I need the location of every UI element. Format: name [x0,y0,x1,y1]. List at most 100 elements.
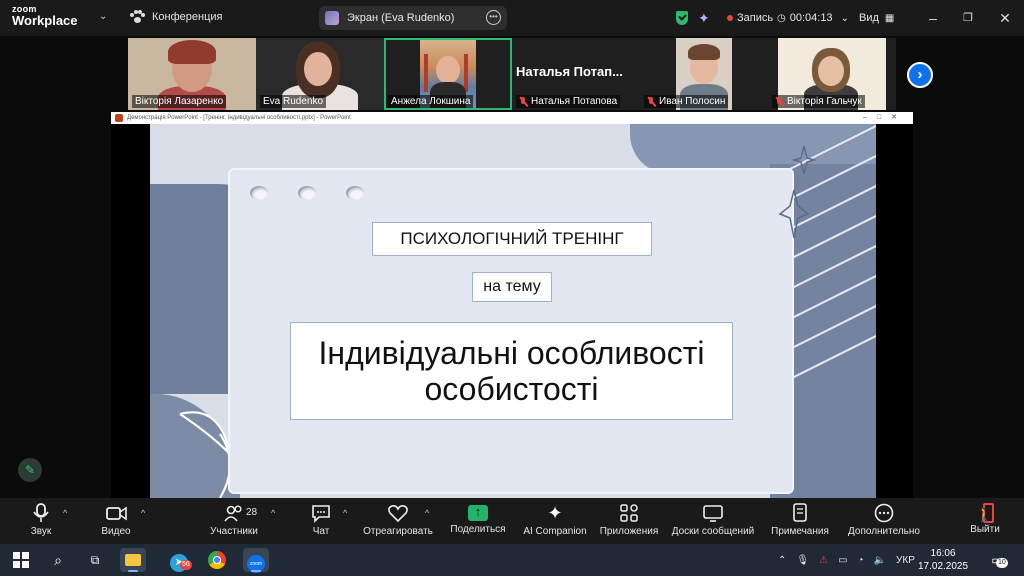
participant-tile[interactable]: Вікторія Гальчук [768,38,896,110]
clock-icon: ◷ [777,12,786,24]
clock-date: 17.02.2025 [918,561,969,572]
chat-caret-icon[interactable]: ^ [343,508,347,518]
react-caret-icon[interactable]: ^ [425,508,429,518]
participant-tile[interactable]: Иван Полосин [640,38,768,110]
participant-tile-active[interactable]: Анжела Локшина [384,38,512,110]
sparkle-decor [778,145,816,239]
ppt-window-controls[interactable]: –□✕ [863,113,907,121]
volume-icon[interactable]: 🔈 [874,555,886,566]
sharer-avatar [325,11,339,25]
heart-icon [388,505,408,523]
powerpoint-icon [115,114,123,122]
punch-hole [298,186,316,200]
slide-topic-box: Індивідуальні особливості особистості [290,322,733,420]
conference-label: Конференция [152,11,223,23]
top-bar: zoom Workplace ⌄ Конференция Экран (Eva … [0,0,1024,36]
microphone-icon [33,503,49,522]
telegram-icon[interactable]: ➤ 56 [166,548,192,572]
paw-icon [130,10,145,24]
audio-button[interactable]: Звук [28,502,54,537]
screen-share-indicator[interactable]: Экран (Eva Rudenko) ••• [319,6,507,30]
restore-icon[interactable]: ❐ [958,8,978,28]
meeting-toolbar: Звук ^ Видео ^ Участники 28 ^ Чат ^ Отре… [0,498,1024,544]
battery-icon[interactable]: ▭ [838,555,847,566]
topic-line-2: особистості [424,371,599,407]
leave-door-icon: 🚶 [976,503,994,523]
shield-icon [676,11,688,25]
ai-companion-button[interactable]: ✦ AI Companion [522,502,588,537]
antivirus-tray-icon[interactable]: ⚠ [819,555,828,566]
chat-bubble-icon [312,505,330,523]
video-options-caret-icon[interactable]: ^ [141,508,145,518]
screen-share-label: Экран (Eva Rudenko) [347,12,455,24]
participant-name: Наталья Потапова [516,95,621,108]
punch-hole [346,186,364,200]
share-screen-icon [468,504,488,521]
leave-button[interactable]: 🚶 Выйти [968,502,1002,535]
chat-button[interactable]: Чат [308,502,334,537]
participant-name: Вікторія Лазаренко [132,95,227,108]
mic-muted-icon [647,96,656,107]
file-explorer-icon[interactable] [120,548,146,572]
zoom-app-icon[interactable]: zoom [243,548,269,573]
whiteboard-icon [703,505,723,522]
annotate-pencil-icon[interactable]: ✎ [18,458,42,482]
system-tray: ⌃ 🎙 ⚠ ▭ ◔ 🔈 УКР [778,544,915,576]
wifi-icon[interactable]: ◔ [858,555,864,566]
participant-tile[interactable]: Вікторія Лазаренко [128,38,256,110]
meeting-timer[interactable]: ◷ 00:04:13 ⌄ [777,0,849,36]
encryption-shield[interactable] [676,0,688,36]
participant-tile[interactable]: Eva Rudenko [256,38,384,110]
search-icon[interactable]: ⌕ [45,548,71,572]
windows-start-icon[interactable] [8,548,34,572]
app-menu-chevron-icon[interactable]: ⌄ [99,11,107,22]
more-dots-icon [874,503,894,523]
participant-name: Вікторія Гальчук [772,95,865,108]
close-icon[interactable]: ✕ [995,8,1015,28]
participant-name: Eva Rudenko [260,95,327,108]
tray-overflow-chevron-icon[interactable]: ⌃ [778,555,786,566]
video-button[interactable]: Видео [100,502,132,537]
mic-muted-icon [775,96,784,107]
react-button[interactable]: Отреагировать [362,502,434,537]
task-view-icon[interactable]: ⧉ [82,548,108,572]
participant-name: Анжела Локшина [388,95,474,108]
ppt-window-titlebar[interactable]: Демонстрація PowerPoint - [Тренінг. Інди… [111,112,913,124]
telegram-badge: 56 [180,560,192,570]
share-button[interactable]: Поделиться [448,502,508,535]
participant-display-name: Наталья Потап... [516,64,623,79]
apps-button[interactable]: Приложения [598,502,660,537]
participant-strip: Вікторія Лазаренко Eva Rudenko Анжела Ло… [128,38,896,110]
conference-menu[interactable]: Конференция [130,10,222,24]
microphone-tray-icon[interactable]: 🎙 [796,555,809,566]
slide-title-box: ПСИХОЛОГІЧНИЙ ТРЕНІНГ [372,222,652,256]
recording-indicator[interactable]: Запись [727,0,773,36]
sparkle-icon: ✦ [547,503,563,523]
slide-subtitle-box: на тему [472,272,552,302]
taskbar-clock[interactable]: 16:06 17.02.2025 [918,547,968,573]
language-indicator[interactable]: УКР [896,555,915,566]
participants-caret-icon[interactable]: ^ [271,508,275,518]
mic-muted-icon [519,96,528,107]
record-dot-icon [727,15,733,21]
notes-icon [793,503,807,522]
clock-time: 16:06 [930,548,956,559]
notification-icon[interactable]: ▭10 [984,548,1010,572]
minimize-icon[interactable]: – [923,8,943,28]
audio-options-caret-icon[interactable]: ^ [63,508,67,518]
ppt-window-title: Демонстрація PowerPoint - [Тренінг. Інди… [127,115,351,121]
next-page-arrow-icon[interactable]: › [907,62,933,88]
whiteboards-button[interactable]: Доски сообщений [670,502,756,537]
record-label: Запись [737,12,774,24]
more-button[interactable]: Дополнительно [846,502,922,537]
topic-line-1: Індивідуальні особливості [318,335,705,371]
video-camera-icon [106,506,127,521]
chrome-icon[interactable] [204,548,230,572]
view-menu[interactable]: Вид ▦ [859,0,894,36]
more-options-icon[interactable]: ••• [486,10,501,25]
participant-tile[interactable]: Наталья Потап... Наталья Потапова [512,38,640,110]
grid-icon: ▦ [884,12,895,24]
ai-sparkle-icon[interactable]: ✦ [698,0,710,36]
apps-grid-icon [620,504,638,522]
notes-button[interactable]: Примечания [770,502,830,537]
